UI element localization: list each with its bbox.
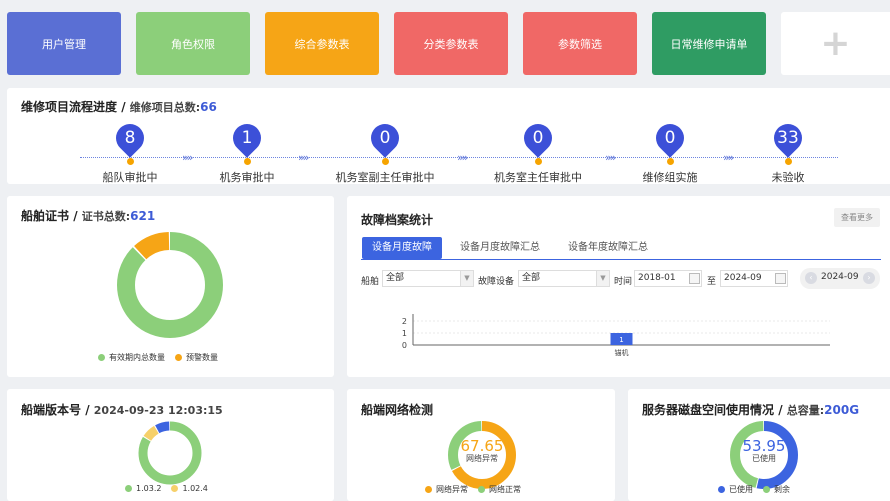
device-select[interactable]: 全部 ▼ (518, 270, 610, 287)
step-dot (784, 158, 792, 165)
disk-center-value: 53.95 (743, 437, 786, 455)
double-chevron-right-icon: »» (298, 151, 310, 164)
certificates-title: 船舶证书 / 证书总数:621 (21, 209, 156, 223)
network-center-value: 67.65 (461, 437, 504, 455)
y-tick-label: 1 (402, 329, 407, 338)
donut-slice (117, 232, 223, 338)
process-step[interactable]: 0 机务室主任审批中 (478, 118, 598, 185)
ship-filter-label: 船舶 (361, 277, 380, 287)
version-legend: 1.03.2 1.02.4 (125, 484, 208, 493)
legend-item: 有效期内总数量 (98, 352, 165, 363)
tab-yearly-summary[interactable]: 设备年度故障汇总 (558, 237, 658, 259)
tile-label: 用户管理 (42, 37, 86, 51)
tile-general-params[interactable]: 综合参数表 (265, 12, 379, 75)
step-label: 维修组实施 (642, 171, 698, 184)
legend-item: 已使用 (718, 484, 753, 495)
faults-title: 故障档案统计 (361, 213, 434, 227)
calendar-icon (775, 273, 786, 284)
step-dot (243, 158, 251, 165)
network-legend: 网络异常 网络正常 (425, 484, 521, 495)
double-chevron-right-icon: »» (605, 151, 617, 164)
chevron-down-icon: ▼ (460, 271, 473, 286)
process-step[interactable]: 33 未验收 (728, 118, 848, 185)
plus-icon: + (820, 22, 851, 64)
step-label: 机务室主任审批中 (494, 171, 582, 184)
chevron-right-icon[interactable]: › (863, 272, 875, 284)
double-chevron-right-icon: »» (182, 151, 194, 164)
disk-title: 服务器磁盘空间使用情况 / 总容量:200G (642, 403, 860, 417)
pin-icon: 8 (110, 118, 150, 158)
tile-label: 参数筛选 (558, 37, 602, 51)
pin-icon: 0 (650, 118, 690, 158)
tab-monthly-summary[interactable]: 设备月度故障汇总 (450, 237, 550, 259)
tile-category-params[interactable]: 分类参数表 (394, 12, 508, 75)
disk-donut: 53.95 已使用 (730, 421, 798, 489)
chevron-left-icon[interactable]: ‹ (805, 272, 817, 284)
process-step[interactable]: 0 机务室副主任审批中 (325, 118, 445, 185)
month-switcher: ‹ 2024-09 › (800, 268, 880, 289)
tile-label: 角色权限 (171, 37, 215, 51)
tab-monthly-faults[interactable]: 设备月度故障 (362, 237, 442, 259)
process-step[interactable]: 1 机务审批中 (187, 118, 307, 185)
y-tick-label: 0 (402, 341, 407, 350)
legend-item: 1.03.2 (125, 484, 161, 493)
step-label: 机务审批中 (219, 171, 275, 184)
double-chevron-right-icon: »» (457, 151, 469, 164)
certificates-legend: 有效期内总数量 预警数量 (98, 352, 218, 363)
version-title: 船端版本号 / 2024-09-23 12:03:15 (21, 403, 223, 417)
bar-value-label: 1 (619, 336, 623, 344)
pin-icon: 1 (227, 118, 267, 158)
process-step[interactable]: 0 维修组实施 (610, 118, 730, 185)
tile-label: 分类参数表 (423, 37, 479, 51)
tile-daily-repair-request[interactable]: 日常维修申请单 (652, 12, 766, 75)
network-title: 船端网络检测 (361, 403, 434, 417)
legend-item: 1.02.4 (171, 484, 208, 493)
step-dot (126, 158, 134, 165)
double-chevron-right-icon: »» (723, 151, 735, 164)
x-tick-label: 锚机 (615, 348, 629, 357)
disk-legend: 已使用 剩余 (718, 484, 790, 495)
calendar-icon (689, 273, 700, 284)
legend-item: 剩余 (763, 484, 790, 495)
step-label: 船队审批中 (102, 171, 158, 184)
pin-icon: 33 (768, 118, 808, 158)
tile-label: 综合参数表 (294, 37, 350, 51)
date-to-label: 至 (707, 277, 717, 287)
step-dot (666, 158, 674, 165)
faults-bar-chart: 2 1 0 1 锚机 (402, 314, 830, 357)
legend-item: 网络正常 (478, 484, 521, 495)
tile-label: 日常维修申请单 (670, 37, 748, 51)
network-donut: 67.65 网络异常 (448, 421, 516, 489)
time-filter-label: 时间 (614, 277, 633, 287)
step-label: 未验收 (771, 171, 805, 184)
view-more-button[interactable]: 查看更多 (834, 208, 880, 227)
date-to-input[interactable]: 2024-09 (720, 270, 788, 287)
version-donut (138, 421, 202, 485)
step-dot (534, 158, 542, 165)
add-tile-button[interactable]: + (781, 12, 890, 75)
disk-center-label: 已使用 (752, 453, 776, 463)
certificates-donut (117, 232, 223, 338)
step-dot (381, 158, 389, 165)
device-filter-label: 故障设备 (478, 277, 515, 287)
process-step[interactable]: 8 船队审批中 (70, 118, 190, 185)
tile-user-management[interactable]: 用户管理 (7, 12, 121, 75)
y-tick-label: 2 (402, 317, 407, 326)
network-center-label: 网络异常 (466, 453, 498, 463)
date-from-input[interactable]: 2018-01 (634, 270, 702, 287)
step-label: 机务室副主任审批中 (335, 171, 435, 184)
ship-select[interactable]: 全部 ▼ (382, 270, 474, 287)
legend-item: 网络异常 (425, 484, 468, 495)
current-month: 2024-09 (821, 272, 859, 282)
chevron-down-icon: ▼ (596, 271, 609, 286)
tile-param-filter[interactable]: 参数筛选 (523, 12, 637, 75)
pin-icon: 0 (365, 118, 405, 158)
pin-icon: 0 (518, 118, 558, 158)
process-title: 维修项目流程进度 / 维修项目总数:66 (21, 100, 217, 114)
tabs-underline (361, 259, 881, 260)
legend-item: 预警数量 (175, 352, 218, 363)
tile-role-permissions[interactable]: 角色权限 (136, 12, 250, 75)
